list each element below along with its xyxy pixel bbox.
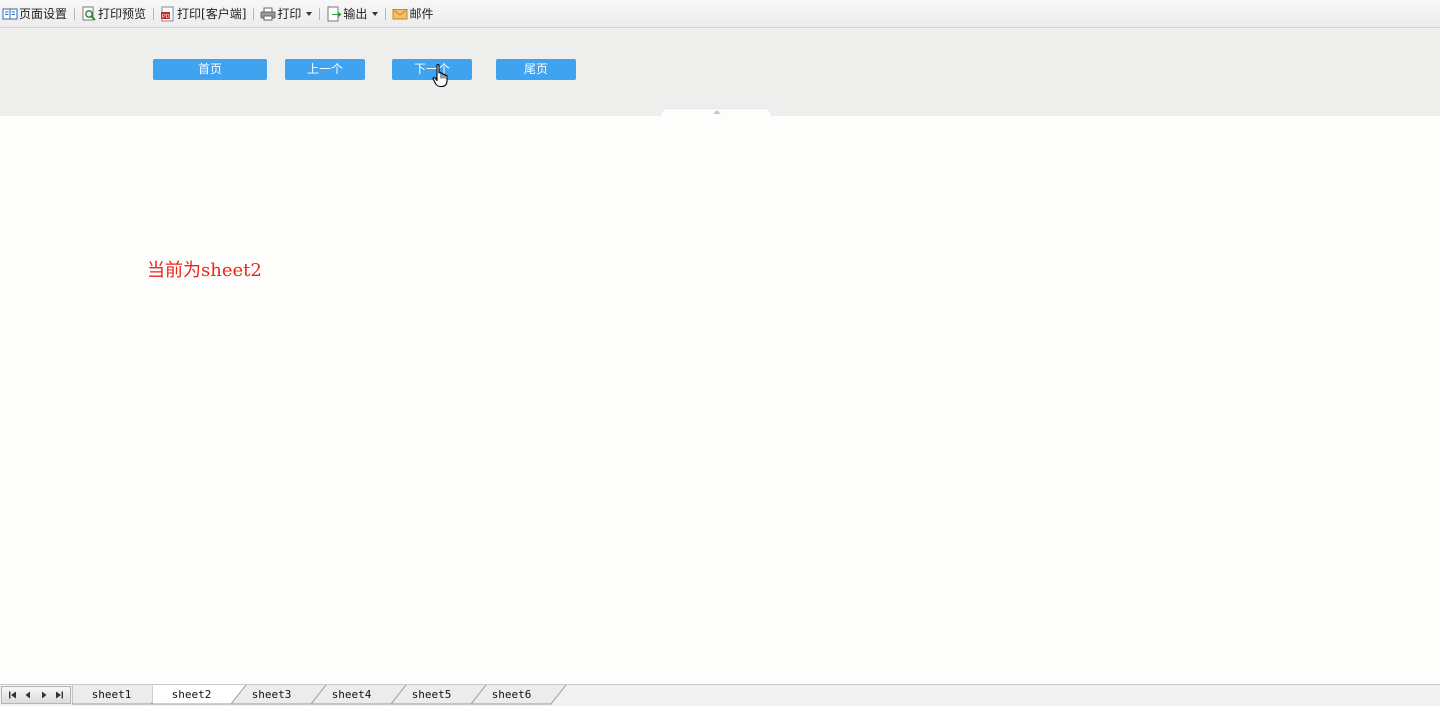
last-sheet-icon[interactable] <box>53 689 65 701</box>
toolbar-divider <box>385 7 387 20</box>
current-sheet-text: 当前为sheet2 <box>147 260 262 281</box>
parameter-panel: 首页 上一个 下一个 尾页 <box>0 28 1440 116</box>
pdf-print-icon: PDF <box>160 6 176 22</box>
sheet-tab-label: sheet1 <box>91 688 132 701</box>
first-sheet-icon[interactable] <box>7 689 19 701</box>
toolbar-divider <box>253 7 255 20</box>
print-preview-button[interactable]: 打印预览 <box>79 4 149 24</box>
sheet-tab-bar: sheet1 sheet2 sheet3 sheet4 sheet5 sheet6 <box>0 684 1440 706</box>
toolbar-divider <box>319 7 321 20</box>
collapse-arrow-icon <box>713 110 721 114</box>
print-client-button[interactable]: PDF 打印[客户端] <box>158 4 249 24</box>
page-setup-icon <box>2 6 18 22</box>
page-setup-label: 页面设置 <box>19 7 68 21</box>
print-preview-label: 打印预览 <box>98 7 147 21</box>
mail-icon <box>392 6 408 22</box>
chevron-down-icon[interactable] <box>306 11 313 16</box>
mail-label: 邮件 <box>409 7 434 21</box>
sheet-tab-label: sheet2 <box>171 688 212 701</box>
first-page-button[interactable]: 首页 <box>153 59 267 80</box>
toolbar-divider <box>153 7 155 20</box>
toolbar-divider <box>74 7 76 20</box>
prev-sheet-icon[interactable] <box>22 689 34 701</box>
sheet-tab-sheet2[interactable]: sheet2 <box>152 685 247 705</box>
export-button[interactable]: 输出 <box>324 4 381 24</box>
print-client-label: 打印[客户端] <box>177 7 247 21</box>
sheet-navigation <box>1 686 71 704</box>
last-page-button[interactable]: 尾页 <box>496 59 576 80</box>
print-button[interactable]: 打印 <box>258 4 315 24</box>
print-preview-icon <box>81 6 97 22</box>
svg-text:PDF: PDF <box>162 14 174 20</box>
export-icon <box>326 6 342 22</box>
hand-cursor-icon <box>432 63 448 88</box>
toolbar: 页面设置 打印预览 PDF 打印[客户端] 打印 输出 邮件 <box>0 0 1440 28</box>
report-content: 当前为sheet2 <box>0 116 1440 684</box>
printer-icon <box>260 6 276 22</box>
print-label: 打印 <box>277 7 302 21</box>
page-setup-button[interactable]: 页面设置 <box>0 4 70 24</box>
chevron-down-icon[interactable] <box>372 11 379 16</box>
prev-sheet-button[interactable]: 上一个 <box>285 59 365 80</box>
mail-button[interactable]: 邮件 <box>390 4 436 24</box>
collapse-panel-toggle[interactable] <box>660 108 772 116</box>
export-label: 输出 <box>343 7 368 21</box>
next-sheet-icon[interactable] <box>38 689 50 701</box>
